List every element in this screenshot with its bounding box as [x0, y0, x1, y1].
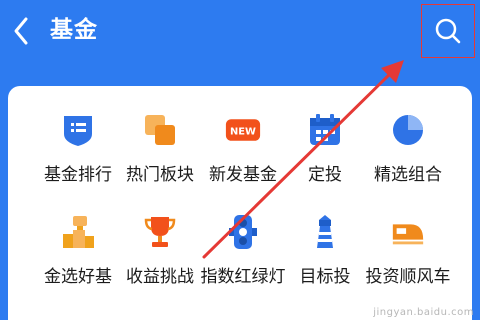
traffic-light-icon: [229, 215, 257, 249]
train-icon: [392, 224, 424, 245]
fund-menu-grid: 基金排行 热门板块 NEW 新发基金 定投 精选组合 金选好基 收益挑战 指数红…: [8, 86, 472, 320]
svg-text:NEW: NEW: [230, 127, 256, 138]
chevron-left-icon: [14, 17, 28, 45]
header-bar: 基金: [0, 0, 480, 62]
calendar-icon: [310, 114, 340, 145]
cup-icon: [144, 217, 176, 247]
list-shield-icon: [64, 116, 92, 146]
menu-item-invest-tailwind[interactable]: 投资顺风车: [362, 214, 454, 314]
new-badge-icon: NEW: [225, 119, 261, 141]
menu-item-selected-portfolio[interactable]: 精选组合: [362, 112, 454, 212]
trophy-podium-icon: [63, 216, 94, 248]
lighthouse-icon: [317, 215, 333, 248]
back-button[interactable]: [8, 14, 34, 48]
stacked-squares-icon: [145, 115, 175, 145]
search-button[interactable]: [421, 4, 475, 58]
page-title: 基金: [50, 17, 98, 43]
menu-item-label: 精选组合: [374, 165, 442, 185]
pie-chart-icon: [393, 115, 423, 145]
watermark: jingyan.baidu.com: [373, 307, 474, 318]
menu-item-label: 投资顺风车: [365, 267, 451, 287]
fund-menu-card: 基金排行 热门板块 NEW 新发基金 定投 精选组合 金选好基 收益挑战 指数红…: [8, 86, 472, 320]
search-icon: [435, 18, 461, 44]
